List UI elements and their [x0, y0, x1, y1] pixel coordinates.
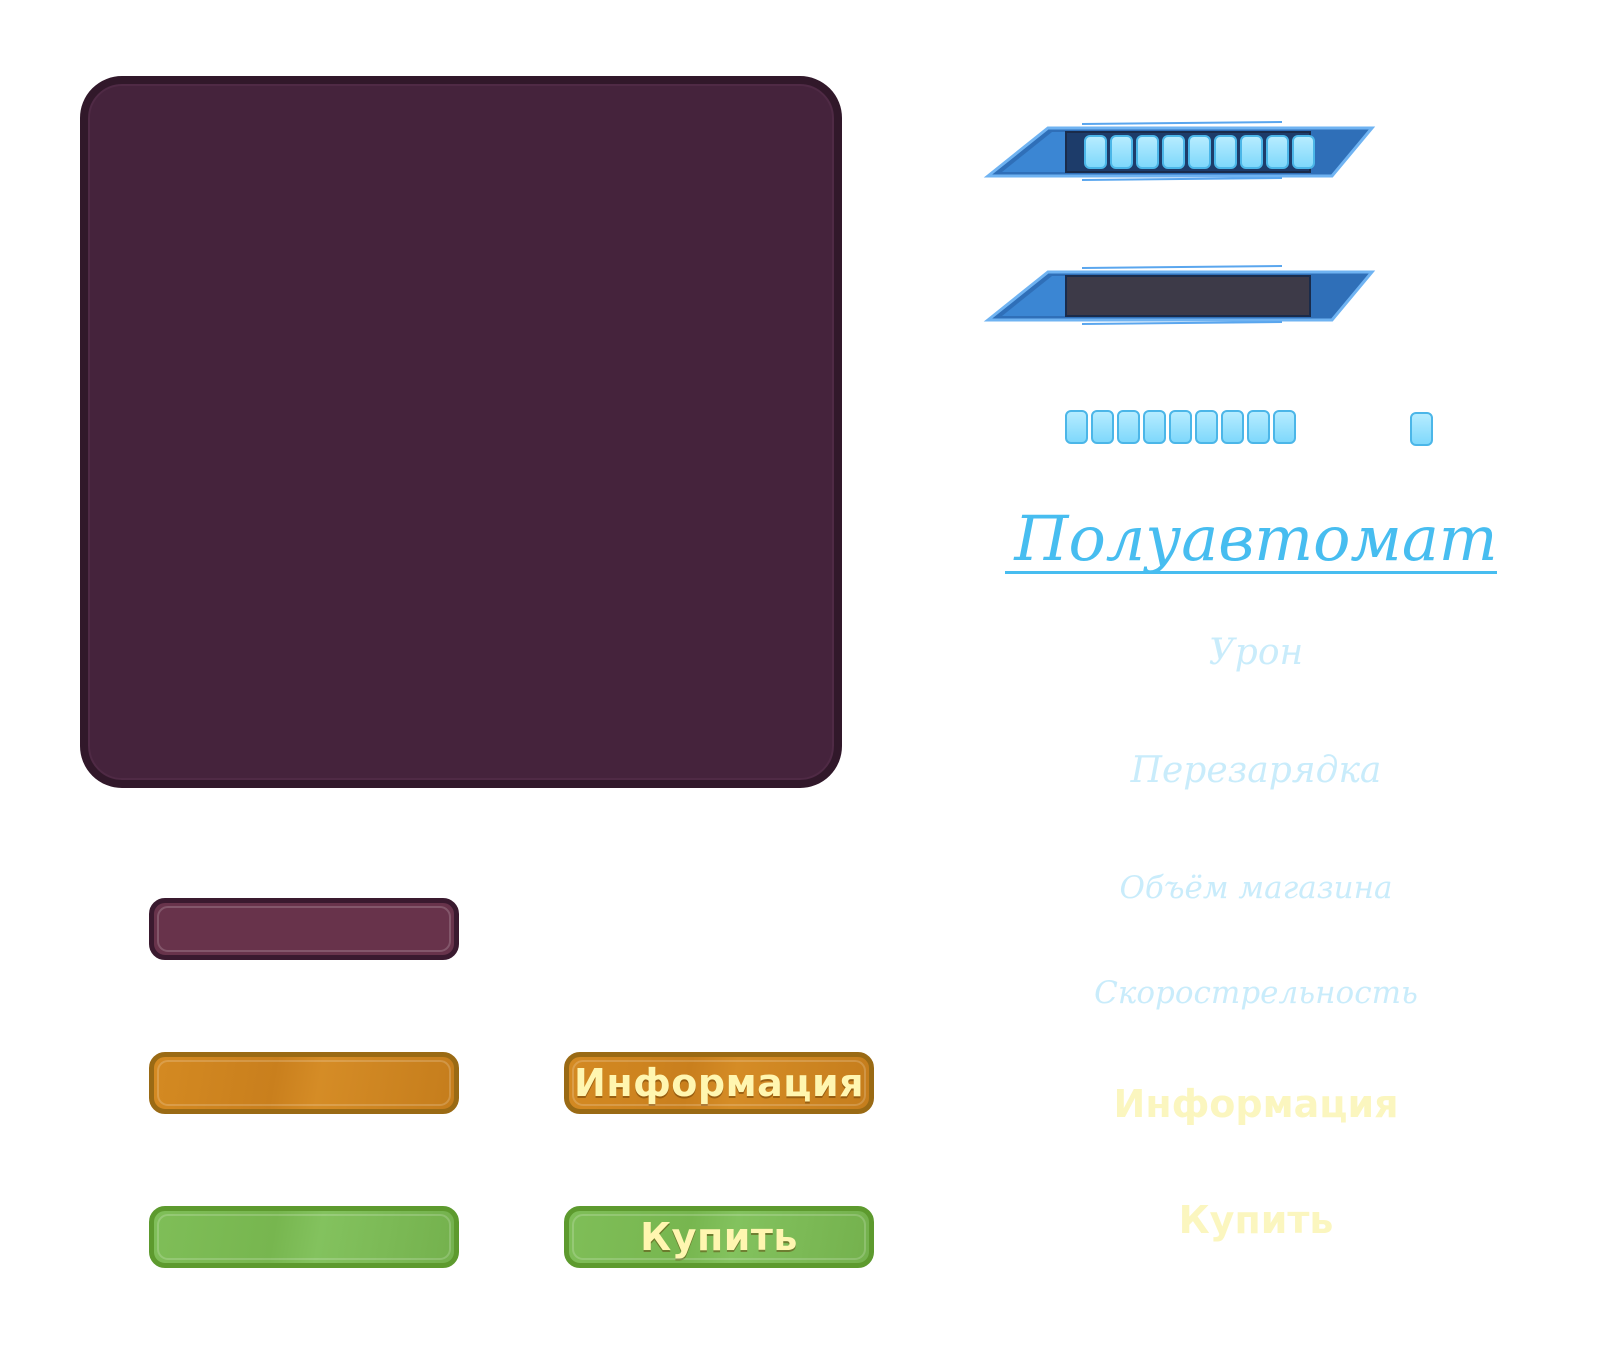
stat-gauge-full	[982, 118, 1382, 182]
gauge-segment	[1221, 410, 1244, 444]
plum-button-blank[interactable]	[149, 898, 459, 960]
gauge-segment	[1273, 410, 1296, 444]
gauge-segment	[1188, 135, 1211, 169]
stat-damage: Урон	[1208, 632, 1304, 673]
gauge-segment	[1136, 135, 1159, 169]
info-button-label: Информация	[574, 1061, 864, 1105]
weapon-name: Полуавтомат	[1014, 502, 1498, 575]
gauge-segment	[1110, 135, 1133, 169]
gauge-segment	[1117, 410, 1140, 444]
buy-button[interactable]: Купить	[564, 1206, 874, 1268]
gauge-segment	[1084, 135, 1107, 169]
stat-gauge-empty	[982, 262, 1382, 326]
info-button[interactable]: Информация	[564, 1052, 874, 1114]
gauge-segment	[1065, 410, 1088, 444]
gauge-segment	[1162, 135, 1185, 169]
gauge-segment	[1143, 410, 1166, 444]
gauge-segments-full	[1084, 135, 1315, 169]
orange-button-blank[interactable]	[149, 1052, 459, 1114]
gauge-segment	[1266, 135, 1289, 169]
stat-fire-rate: Скорострельность	[1094, 975, 1418, 1011]
ghost-info-label: Информация	[1113, 1082, 1399, 1126]
segment-single	[1410, 412, 1433, 446]
segment-strip-sample	[1065, 410, 1296, 444]
stat-reload: Перезарядка	[1130, 750, 1382, 791]
ghost-buy-label: Купить	[1178, 1198, 1334, 1242]
gauge-segment	[1091, 410, 1114, 444]
gauge-segment	[1410, 412, 1433, 446]
gauge-segment	[1292, 135, 1315, 169]
buy-button-label: Купить	[640, 1215, 798, 1259]
gauge-segment	[1240, 135, 1263, 169]
green-button-blank[interactable]	[149, 1206, 459, 1268]
gauge-segment	[1214, 135, 1237, 169]
gauge-frame-icon	[983, 265, 1376, 325]
title-underline	[1005, 571, 1497, 574]
gauge-segment	[1247, 410, 1270, 444]
gauge-segment	[1195, 410, 1218, 444]
stat-magazine: Объём магазина	[1119, 870, 1393, 906]
item-preview-panel	[80, 76, 842, 788]
gauge-segment	[1169, 410, 1192, 444]
